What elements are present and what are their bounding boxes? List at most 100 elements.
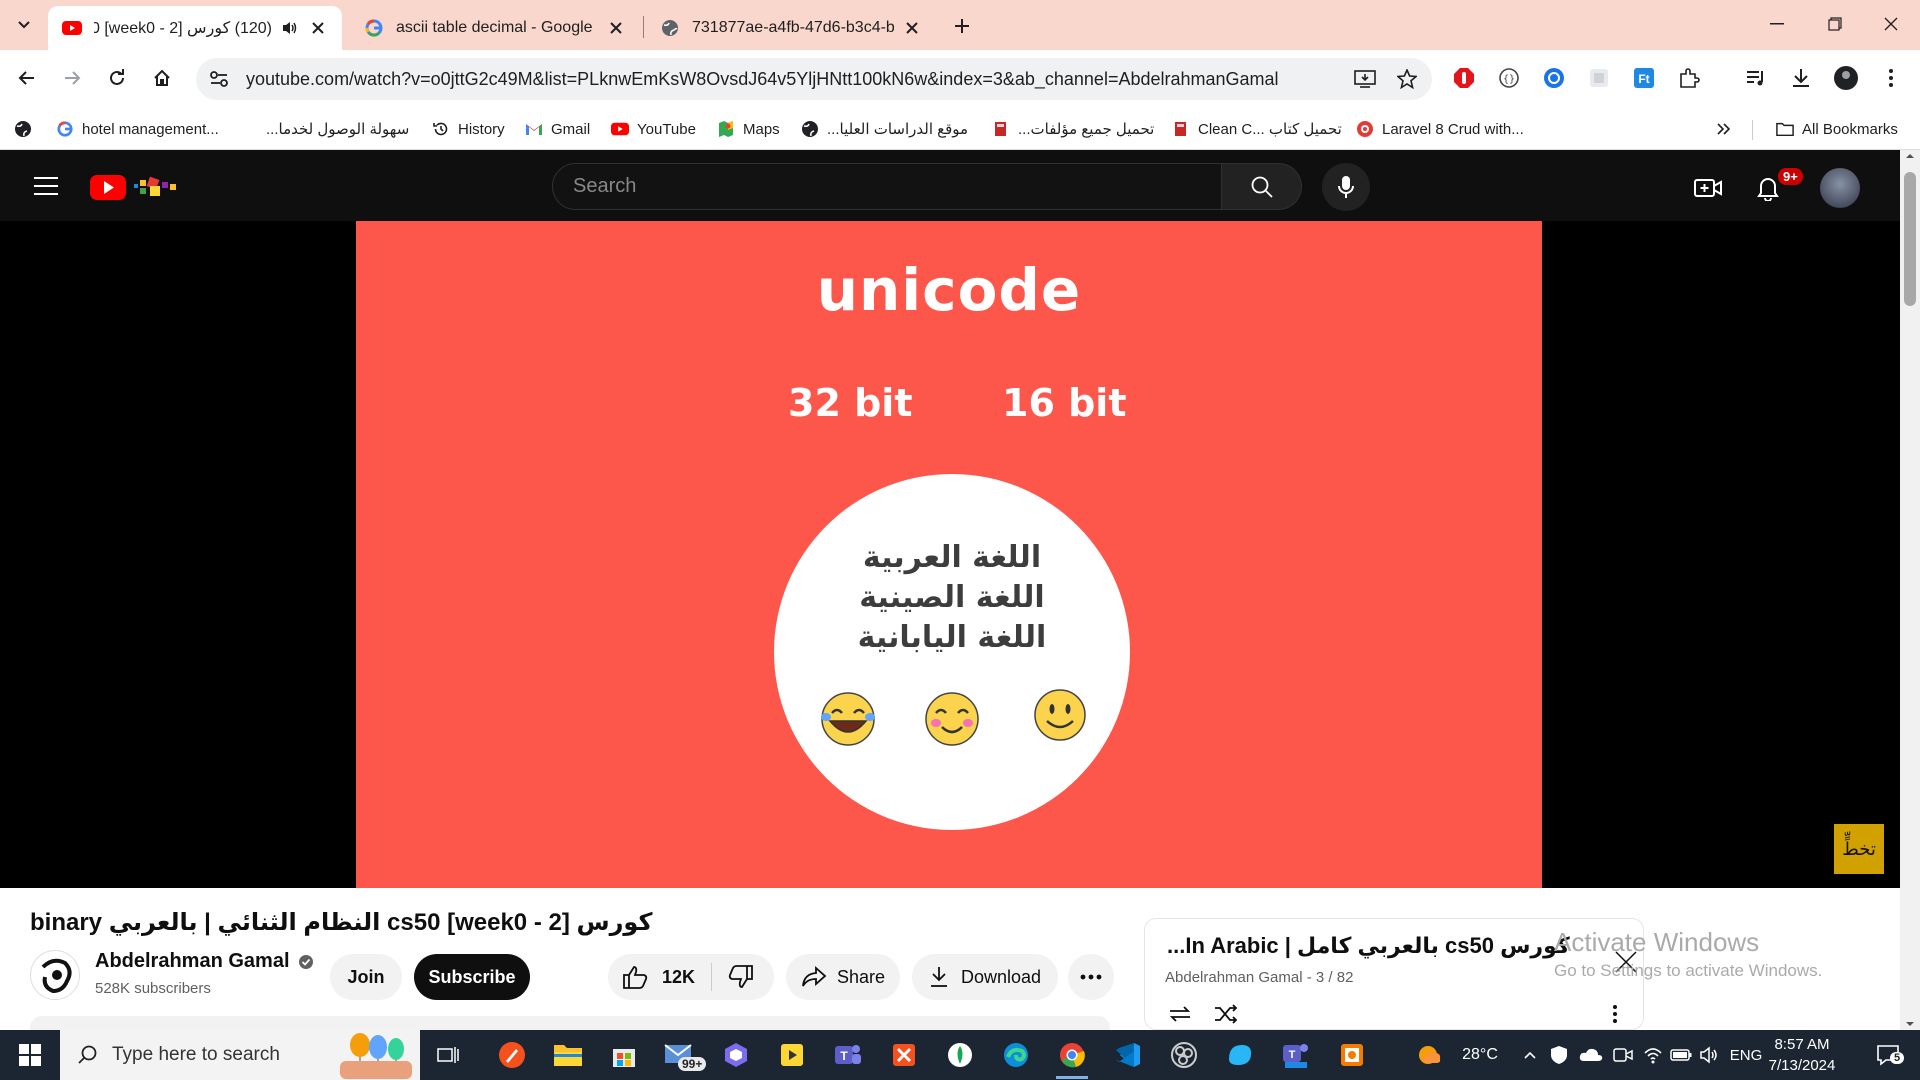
battery-icon[interactable] [1668,1042,1694,1068]
bookmark-graduate-studies[interactable]: موقع الدراسات العليا... [801,116,968,142]
taskbar-search-input[interactable] [112,1044,332,1066]
more-actions-button[interactable] [1068,954,1114,1000]
description-box[interactable] [30,1016,1110,1030]
more-bookmarks-chevron-icon[interactable] [1716,116,1732,142]
search-input[interactable] [552,163,1222,210]
scrollbar-thumb[interactable] [1904,172,1916,306]
extension-icon[interactable] [1583,62,1615,94]
close-tab-icon[interactable] [308,18,328,38]
edge-browser-icon[interactable] [992,1035,1040,1075]
adblock-extension-icon[interactable] [1448,62,1480,94]
media-control-icon[interactable] [1740,62,1772,94]
task-view-icon[interactable] [424,1035,472,1075]
page-scrollbar[interactable] [1900,150,1920,1030]
windows-start-icon[interactable] [10,1036,50,1074]
create-video-icon[interactable] [1688,168,1728,208]
ft-extension-icon[interactable]: Ft [1628,62,1660,94]
reload-button[interactable] [100,61,134,95]
forward-button[interactable] [55,61,89,95]
playlist-title[interactable]: كورس cs50 بالعربي كامل | In Arabic... [1167,933,1570,959]
playlist-more-icon[interactable] [1600,1001,1630,1027]
voice-search-mic-icon[interactable] [1322,163,1370,211]
share-button[interactable]: Share [786,954,900,1000]
like-button[interactable]: 12K [622,965,695,989]
mongodb-compass-icon[interactable] [936,1035,984,1075]
close-tab-icon[interactable] [606,18,626,38]
channel-avatar[interactable] [30,950,80,1000]
minimize-button[interactable] [1748,0,1806,48]
subscribe-button[interactable]: Subscribe [414,954,530,1000]
search-button[interactable] [1222,163,1302,210]
restore-button[interactable] [1806,0,1864,48]
close-window-button[interactable] [1862,0,1920,48]
youtube-logo[interactable] [90,172,200,202]
draw-app-icon[interactable] [488,1035,536,1075]
speaker-icon[interactable] [280,18,300,38]
bookmark-accessibility[interactable]: سهولة الوصول لخدما... [266,116,409,142]
media-player-icon[interactable] [768,1035,816,1075]
meet-now-icon[interactable] [1610,1042,1636,1068]
bookmark-youtube[interactable]: YouTube [611,116,696,142]
microsoft-store-icon[interactable] [600,1035,648,1075]
tab-uuid[interactable]: 731877ae-a4fb-47d6-b3c4-b22 [646,6,936,50]
address-bar[interactable]: youtube.com/watch?v=o0jttG2c49M&list=PLk… [196,58,1432,100]
bookmark-globe[interactable] [14,116,40,142]
app-icon[interactable] [1216,1035,1264,1075]
taskbar-search[interactable] [60,1030,420,1080]
notification-center-icon[interactable]: 5 [1868,1042,1908,1068]
weather-icon[interactable] [1412,1042,1448,1068]
chrome-browser-icon[interactable] [1048,1035,1096,1079]
clock[interactable]: 8:57 AM 7/13/2024 [1752,1034,1852,1076]
home-button[interactable] [145,61,179,95]
tab-google-search[interactable]: ascii table decimal - Google Search [350,6,640,50]
bookmark-star-icon[interactable] [1390,62,1424,96]
weather-temp[interactable]: 28°C [1450,1042,1510,1068]
security-shield-icon[interactable] [1546,1042,1572,1068]
download-button[interactable]: Download [912,954,1058,1000]
photo-app-icon[interactable] [1328,1035,1376,1075]
onedrive-cloud-icon[interactable] [1576,1042,1606,1068]
video-player[interactable]: unicode 32 bit 16 bit اللغة العربية اللغ… [0,221,1900,888]
wifi-icon[interactable] [1640,1042,1666,1068]
profile-avatar-icon[interactable] [1830,62,1862,94]
install-app-icon[interactable] [1348,62,1382,96]
tab-youtube[interactable]: (120) كورس cs50 [week0 - 2] [48,6,342,50]
show-hidden-icons-chevron-icon[interactable] [1518,1042,1542,1068]
mail-app-icon[interactable]: 99+ [656,1035,707,1075]
back-button[interactable] [10,61,44,95]
close-tab-icon[interactable] [902,18,922,38]
code-extension-icon[interactable]: {} [1493,62,1525,94]
bookmark-download-books[interactable]: تحميل جميع مؤلفات... [992,116,1154,142]
bookmark-gmail[interactable]: Gmail [525,116,590,142]
downloads-icon[interactable] [1785,62,1817,94]
account-avatar[interactable] [1820,168,1860,208]
file-explorer-icon[interactable] [544,1035,592,1075]
bookmark-laravel[interactable]: Laravel 8 Crud with... [1356,116,1524,142]
bookmark-clean-code[interactable]: Clean C... تحميل كتاب [1172,116,1342,142]
join-button[interactable]: Join [330,954,402,1000]
site-info-icon[interactable] [202,62,236,96]
extensions-puzzle-icon[interactable] [1673,62,1705,94]
office-app-icon[interactable] [880,1035,928,1075]
translate-extension-icon[interactable] [1538,62,1570,94]
loop-playlist-icon[interactable] [1165,1001,1195,1027]
teams-new-icon[interactable]: T [1272,1035,1320,1075]
dislike-button[interactable] [728,965,754,989]
all-bookmarks[interactable]: All Bookmarks [1776,116,1898,142]
url-text[interactable]: youtube.com/watch?v=o0jttG2c49M&list=PLk… [246,69,1348,90]
tab-search-button[interactable] [8,8,40,40]
copilot-app-icon[interactable] [712,1035,760,1075]
chrome-menu-icon[interactable] [1875,62,1907,94]
bookmark-hotel-management[interactable]: hotel management... [56,116,219,142]
bookmark-maps[interactable]: Maps [717,116,780,142]
obs-studio-icon[interactable] [1160,1035,1208,1075]
new-tab-button[interactable] [948,12,976,40]
hamburger-menu-icon[interactable] [26,170,66,202]
teams-icon[interactable]: T [824,1035,872,1075]
skip-button[interactable]: تخطٍّ [1834,824,1884,874]
bookmark-history[interactable]: History [432,116,505,142]
volume-icon[interactable] [1696,1042,1722,1068]
vscode-icon[interactable] [1104,1035,1152,1075]
shuffle-icon[interactable] [1211,1001,1241,1027]
channel-name[interactable]: Abdelrahman Gamal [95,950,314,973]
